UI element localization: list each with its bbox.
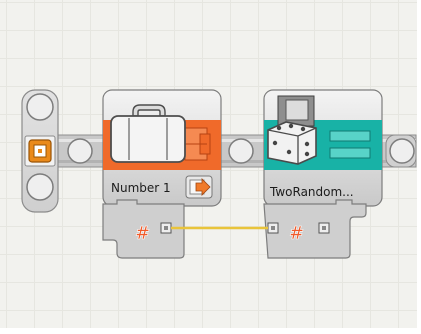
sequence-end-cap[interactable] (385, 134, 417, 168)
output-plug[interactable] (160, 222, 172, 234)
data-hub-random[interactable]: # (263, 199, 367, 259)
block-variable[interactable]: Number 1 (102, 89, 222, 207)
arrow-right-icon[interactable] (185, 175, 213, 199)
canvas-edge (417, 0, 421, 330)
plug-orange (184, 127, 211, 161)
program-diagram: Number 1 # TwoRandom... # (21, 89, 417, 259)
start-icon[interactable] (24, 135, 56, 167)
input-plug[interactable] (267, 222, 279, 234)
start-hub[interactable] (21, 89, 59, 213)
program-canvas[interactable]: Number 1 # TwoRandom... # (0, 0, 421, 330)
block-random[interactable]: TwoRandom... (263, 89, 383, 207)
beam-connector[interactable] (67, 138, 93, 164)
block-label: TwoRandom... (269, 185, 354, 199)
output-plug[interactable] (318, 222, 330, 234)
beam-connector[interactable] (228, 138, 254, 164)
block-label: Number 1 (111, 181, 171, 195)
